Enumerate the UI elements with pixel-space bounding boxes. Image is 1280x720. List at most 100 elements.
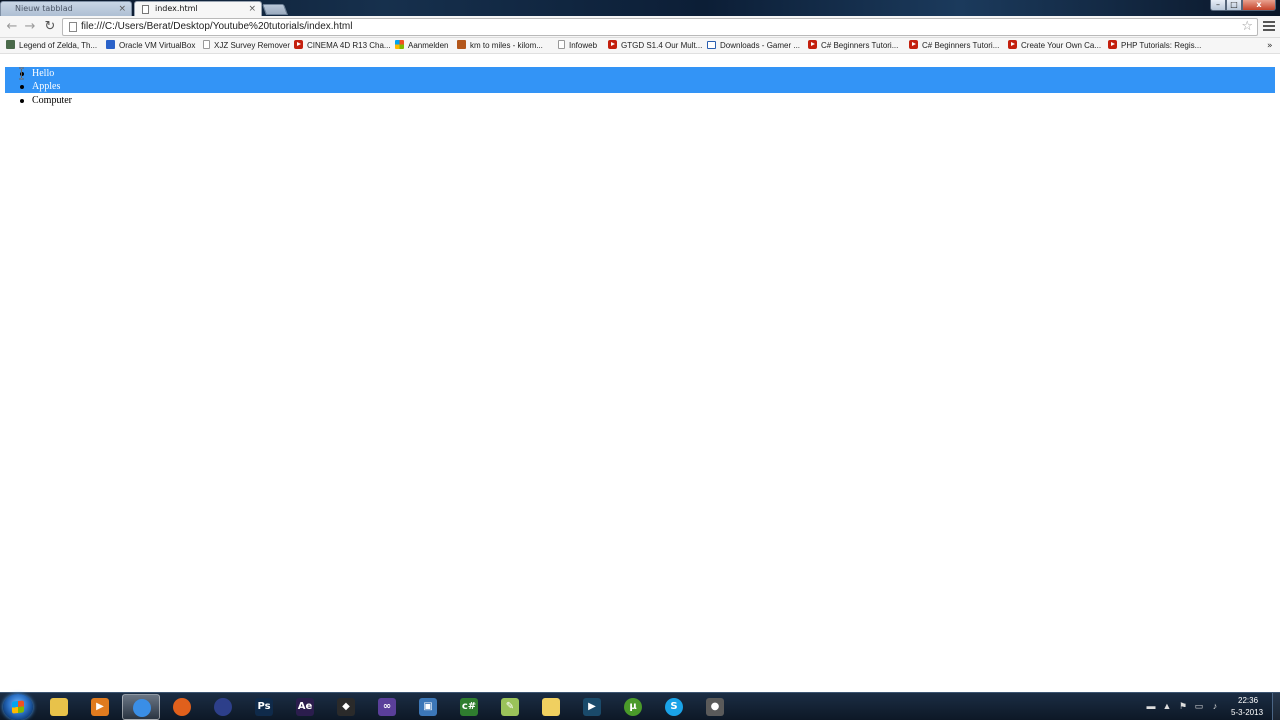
windows-taskbar: ▶ Ps Ae ◆ ∞ ▣ c# ✎ ▶ µ S ● 22:36 5-3-2013 ▬ ▲ ⚑ ▭ ♪ bbox=[0, 692, 1280, 720]
screen-recorder-icon: ● bbox=[706, 698, 724, 716]
sticky-folder-icon bbox=[542, 698, 560, 716]
reload-button[interactable]: ↻ bbox=[42, 19, 58, 35]
tray-icon[interactable]: ▲ bbox=[1162, 701, 1172, 711]
taskbar-eclipse[interactable] bbox=[204, 694, 242, 720]
bookmark-label: C# Beginners Tutori... bbox=[922, 41, 1000, 50]
bookmark-label: Create Your Own Ca... bbox=[1021, 41, 1102, 50]
firefox-icon bbox=[173, 698, 191, 716]
utorrent-icon: µ bbox=[624, 698, 642, 716]
bookmark-yt-icon bbox=[1008, 40, 1017, 49]
maximize-button[interactable]: □ bbox=[1226, 0, 1242, 11]
photoshop-icon: Ps bbox=[255, 698, 273, 716]
taskbar-csharp-express[interactable]: c# bbox=[450, 694, 488, 720]
taskbar-skype[interactable]: S bbox=[655, 694, 693, 720]
url-text[interactable]: file:///C:/Users/Berat/Desktop/Youtube%2… bbox=[81, 19, 352, 35]
bookmark-yt-icon bbox=[909, 40, 918, 49]
list-item-label: Computer bbox=[32, 95, 72, 106]
csharp-express-icon: c# bbox=[460, 698, 478, 716]
new-tab-button[interactable] bbox=[261, 4, 289, 15]
text-cursor-icon bbox=[19, 67, 24, 80]
bookmark-item[interactable]: PHP Tutorials: Regis... bbox=[1108, 38, 1201, 54]
bookmark-item[interactable]: Infoweb bbox=[558, 38, 597, 54]
bookmark-item[interactable]: C# Beginners Tutori... bbox=[808, 38, 898, 54]
bookmark-label: km to miles - kilom... bbox=[470, 41, 543, 50]
show-desktop-button[interactable] bbox=[1272, 693, 1280, 720]
tray-icon[interactable]: ▬ bbox=[1146, 701, 1156, 711]
bookmark-item[interactable]: C# Beginners Tutori... bbox=[909, 38, 999, 54]
bookmark-km-icon bbox=[457, 40, 466, 49]
tab-index-html[interactable]: index.html × bbox=[134, 1, 262, 16]
list-item-label: Apples bbox=[32, 81, 61, 92]
tray-icon[interactable]: ♪ bbox=[1210, 701, 1220, 711]
bookmark-item[interactable]: Legend of Zelda, Th... bbox=[6, 38, 97, 54]
tray-icon[interactable]: ⚑ bbox=[1178, 701, 1188, 711]
browser-toolbar: ← → ↻ file:///C:/Users/Berat/Desktop/You… bbox=[0, 16, 1280, 38]
tab-new-tab[interactable]: Nieuw tabblad × bbox=[0, 1, 132, 16]
bookmark-item[interactable]: km to miles - kilom... bbox=[457, 38, 543, 54]
bookmarks-bar: Legend of Zelda, Th... Oracle VM VirtualB… bbox=[0, 38, 1280, 54]
movie-player-icon: ▶ bbox=[583, 698, 601, 716]
address-bar[interactable]: file:///C:/Users/Berat/Desktop/Youtube%2… bbox=[62, 18, 1258, 36]
notepad-plus-plus-icon: ✎ bbox=[501, 698, 519, 716]
taskbar-utorrent[interactable]: µ bbox=[614, 694, 652, 720]
windows-explorer-icon bbox=[50, 698, 68, 716]
unity-icon: ◆ bbox=[337, 698, 355, 716]
taskbar-chrome[interactable] bbox=[122, 694, 160, 720]
after-effects-icon: Ae bbox=[296, 698, 314, 716]
taskbar-movie-player[interactable]: ▶ bbox=[573, 694, 611, 720]
bookmark-star-icon[interactable]: ☆ bbox=[1241, 19, 1253, 35]
bookmark-item[interactable]: XJZ Survey Remover bbox=[203, 38, 290, 54]
tab-close-icon[interactable]: × bbox=[118, 2, 126, 16]
tab-label: index.html bbox=[155, 4, 198, 13]
browser-titlebar: Nieuw tabblad × index.html × – □ x bbox=[0, 0, 1280, 16]
bookmark-item[interactable]: CINEMA 4D R13 Cha... bbox=[294, 38, 391, 54]
minimize-button[interactable]: – bbox=[1210, 0, 1226, 11]
visual-studio-icon: ∞ bbox=[378, 698, 396, 716]
taskbar-sticky-folder[interactable] bbox=[532, 694, 570, 720]
bookmark-yt-icon bbox=[294, 40, 303, 49]
bookmark-yt-icon bbox=[608, 40, 617, 49]
chrome-menu-icon[interactable] bbox=[1263, 19, 1275, 33]
list-item-apples: Apples bbox=[5, 80, 1275, 93]
forward-button[interactable]: → bbox=[22, 19, 38, 35]
eclipse-icon bbox=[214, 698, 232, 716]
remote-desktop-icon: ▣ bbox=[419, 698, 437, 716]
close-button[interactable]: x bbox=[1242, 0, 1276, 11]
start-button[interactable] bbox=[3, 694, 33, 720]
taskbar-unity[interactable]: ◆ bbox=[327, 694, 365, 720]
clock-date[interactable]: 5-3-2013 bbox=[1231, 708, 1263, 717]
back-button[interactable]: ← bbox=[4, 19, 20, 35]
bookmark-item[interactable]: GTGD S1.4 Our Mult... bbox=[608, 38, 702, 54]
bookmark-item[interactable]: Downloads - Gamer ... bbox=[707, 38, 800, 54]
taskbar-after-effects[interactable]: Ae bbox=[286, 694, 324, 720]
bookmark-label: Legend of Zelda, Th... bbox=[19, 41, 98, 50]
taskbar-remote-desktop[interactable]: ▣ bbox=[409, 694, 447, 720]
bookmarks-overflow-icon[interactable]: » bbox=[1267, 38, 1273, 54]
bookmark-item[interactable]: Oracle VM VirtualBox bbox=[106, 38, 195, 54]
bookmark-label: GTGD S1.4 Our Mult... bbox=[621, 41, 703, 50]
bookmark-folder-icon bbox=[707, 41, 716, 49]
bookmark-label: Aanmelden bbox=[408, 41, 449, 50]
clock-time[interactable]: 22:36 bbox=[1238, 696, 1258, 705]
bookmark-yt-icon bbox=[808, 40, 817, 49]
bullet-icon bbox=[20, 99, 24, 103]
bookmark-zelda-icon bbox=[6, 40, 15, 49]
taskbar-windows-explorer[interactable] bbox=[40, 694, 78, 720]
taskbar-visual-studio[interactable]: ∞ bbox=[368, 694, 406, 720]
bookmark-label: CINEMA 4D R13 Cha... bbox=[307, 41, 391, 50]
tab-close-icon[interactable]: × bbox=[248, 2, 256, 16]
taskbar-screen-recorder[interactable]: ● bbox=[696, 694, 734, 720]
taskbar-photoshop[interactable]: Ps bbox=[245, 694, 283, 720]
bookmark-label: PHP Tutorials: Regis... bbox=[1121, 41, 1202, 50]
skype-icon: S bbox=[665, 698, 683, 716]
taskbar-firefox[interactable] bbox=[163, 694, 201, 720]
bookmark-label: XJZ Survey Remover bbox=[214, 41, 291, 50]
tray-icon[interactable]: ▭ bbox=[1194, 701, 1204, 711]
taskbar-notepad-plus-plus[interactable]: ✎ bbox=[491, 694, 529, 720]
bookmark-item[interactable]: Aanmelden bbox=[395, 38, 448, 54]
bookmark-winlogo-icon bbox=[395, 40, 404, 49]
bookmark-item[interactable]: Create Your Own Ca... bbox=[1008, 38, 1101, 54]
taskbar-media-player[interactable]: ▶ bbox=[81, 694, 119, 720]
tab-label: Nieuw tabblad bbox=[15, 4, 73, 13]
media-player-icon: ▶ bbox=[91, 698, 109, 716]
